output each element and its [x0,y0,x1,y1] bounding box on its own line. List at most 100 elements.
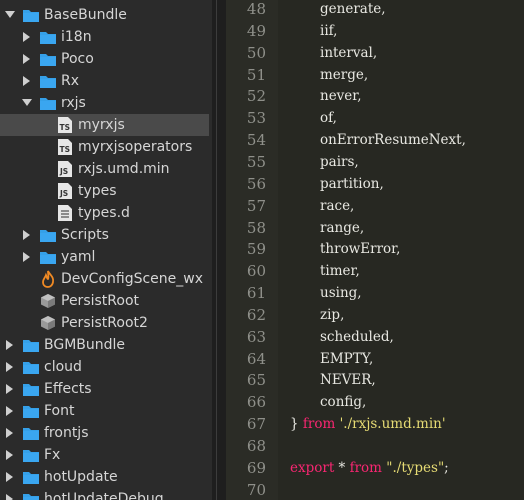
collapse-arrow-right-icon[interactable] [21,53,33,65]
line-number: 66 [246,393,266,412]
tree-item-persistroot2[interactable]: PersistRoot2 [0,312,212,334]
tree-item-rxjs-umd-min[interactable]: JS rxjs.umd.min [0,158,212,180]
tree-item-rxjs[interactable]: rxjs [0,92,212,114]
code-line: range, [320,217,364,239]
tree-item-myrxjs[interactable]: TS myrxjs [0,114,209,136]
code-keyword: from [349,459,382,476]
tree-item-font[interactable]: Font [0,400,212,422]
code-token: onErrorResumeNext, [320,132,466,149]
line-number: 64 [246,349,266,368]
code-string: "./types" [386,459,445,476]
tree-item-rx[interactable]: Rx [0,70,212,92]
code-token: ; [444,459,449,476]
code-line: zip, [320,304,344,326]
tree-item-hotupdate[interactable]: hotUpdate [0,466,212,488]
collapse-arrow-right-icon[interactable] [21,251,33,263]
tree-item-fx[interactable]: Fx [0,444,212,466]
code-token: } [290,416,303,433]
tree-item-yaml[interactable]: yaml [0,246,212,268]
tree-item-cloud[interactable]: cloud [0,356,212,378]
tree-item-label: i18n [61,29,92,45]
svg-text:TS: TS [60,123,71,132]
code-keyword: from [302,416,336,433]
tree-item-persistroot[interactable]: PersistRoot [0,290,212,312]
tree-item-frontjs[interactable]: frontjs [0,422,212,444]
code-line: export * from "./types"; [290,457,449,479]
line-number: 60 [246,262,266,281]
code-token: partition, [320,175,384,192]
tree-item-devconfigscene-wx[interactable]: DevConfigScene_wx [0,268,212,290]
collapse-arrow-right-icon[interactable] [4,383,16,395]
code-token: race, [320,197,355,214]
folder-icon [22,424,40,442]
tree-item-types[interactable]: JS types [0,180,212,202]
line-number: 62 [246,305,266,324]
tree-item-types-d[interactable]: types.d [0,202,212,224]
collapse-arrow-right-icon[interactable] [4,405,16,417]
tree-item-label: types [78,183,117,199]
expand-arrow-down-icon[interactable] [21,97,33,109]
code-line: generate, [320,0,386,20]
code-keyword: export [290,459,335,476]
line-number: 67 [246,415,266,434]
collapse-arrow-right-icon[interactable] [21,31,33,43]
tree-item-basebundle[interactable]: BaseBundle [0,4,212,26]
tree-item-label: Rx [61,73,80,89]
tree-item-myrxjsoperators[interactable]: TS myrxjsoperators [0,136,212,158]
tree-item-bgmbundle[interactable]: BGMBundle [0,334,212,356]
tree-item-label: PersistRoot [61,293,139,309]
line-number: 54 [246,131,266,150]
line-number: 51 [246,65,266,84]
tree-item-effects[interactable]: Effects [0,378,212,400]
code-line: using, [320,282,362,304]
tree-item-poco[interactable]: Poco [0,48,212,70]
folder-icon [22,358,40,376]
tree-item-label: Fx [44,447,61,463]
tree-item-label: Scripts [61,227,109,243]
code-token: iif, [320,22,338,39]
text-file-icon [56,204,74,222]
line-number: 48 [246,0,266,18]
folder-icon [39,72,57,90]
collapse-arrow-right-icon[interactable] [4,493,16,500]
panel-splitter[interactable] [212,0,226,500]
line-number: 61 [246,284,266,303]
code-line: interval, [320,42,377,64]
line-number: 68 [246,437,266,455]
tree-item-scripts[interactable]: Scripts [0,224,212,246]
line-number: 65 [246,371,266,390]
tree-item-label: frontjs [44,425,89,441]
code-token: throwError, [320,241,401,258]
collapse-arrow-right-icon[interactable] [4,427,16,439]
javascript-file-icon: JS [56,182,74,200]
expand-arrow-down-icon[interactable] [4,9,16,21]
folder-icon [39,248,57,266]
tree-item-i18n[interactable]: i18n [0,26,212,48]
line-number: 57 [246,196,266,215]
collapse-arrow-right-icon[interactable] [4,361,16,373]
collapse-arrow-right-icon[interactable] [21,75,33,87]
line-number: 58 [246,218,266,237]
tree-item-hotupdatedebug[interactable]: hotUpdateDebug [0,488,212,500]
svg-text:JS: JS [59,167,68,176]
code-string: './rxjs.umd.min' [339,416,446,433]
code-editor[interactable]: 48 49 50 51 52 53 54 55 56 57 58 59 60 61 62 63 64 65 66 67… [226,0,524,500]
code-line: timer, [320,260,360,282]
code-token: using, [320,285,362,302]
code-token: config, [320,394,367,411]
line-number: 55 [246,152,266,171]
collapse-arrow-right-icon[interactable] [21,229,33,241]
collapse-arrow-right-icon[interactable] [4,449,16,461]
line-number: 53 [246,109,266,128]
collapse-arrow-right-icon[interactable] [4,471,16,483]
code-line: throwError, [320,238,400,260]
collapse-arrow-right-icon[interactable] [4,339,16,351]
code-line: EMPTY, [320,348,373,370]
javascript-file-icon: JS [56,160,74,178]
typescript-file-icon: TS [56,116,74,134]
folder-icon [22,380,40,398]
tree-item-label: myrxjs [78,117,125,133]
